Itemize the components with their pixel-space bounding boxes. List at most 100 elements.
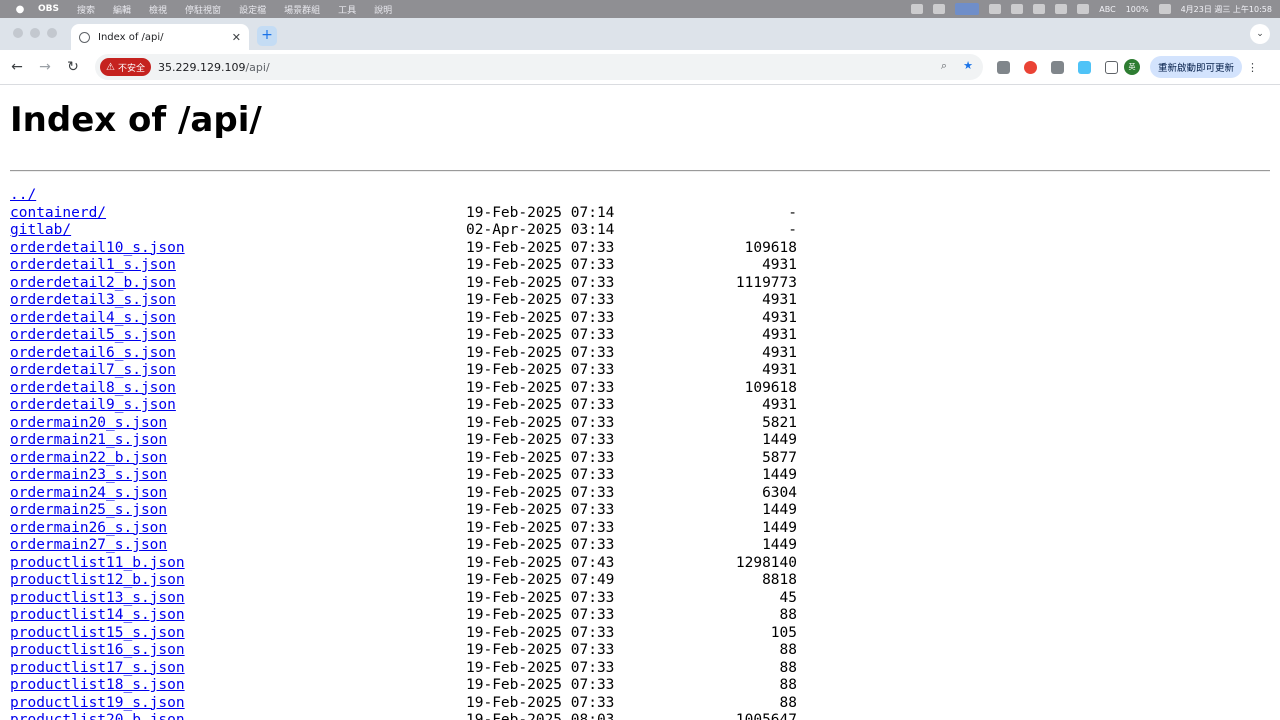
address-bar[interactable]: ⚠ 不安全 35.229.129.109/api/ ⌕ ★ xyxy=(95,54,983,80)
file-link[interactable]: productlist20_b.json xyxy=(10,712,185,720)
file-link[interactable]: ordermain20_s.json xyxy=(10,415,167,431)
file-link[interactable]: ordermain25_s.json xyxy=(10,502,167,518)
file-link[interactable]: ordermain23_s.json xyxy=(10,467,167,483)
listing-row: orderdetail4_s.json 19-Feb-2025 07:33 4931 xyxy=(10,310,810,328)
url-text[interactable]: 35.229.129.109/api/ xyxy=(158,61,270,74)
status-moon-icon[interactable] xyxy=(1077,4,1090,14)
file-link[interactable]: orderdetail6_s.json xyxy=(10,345,176,361)
file-link[interactable]: orderdetail5_s.json xyxy=(10,327,176,343)
file-link[interactable]: ordermain24_s.json xyxy=(10,485,167,501)
file-size: 45 xyxy=(779,589,797,606)
status-pen-icon[interactable] xyxy=(1011,4,1024,14)
file-link[interactable]: ordermain21_s.json xyxy=(10,432,167,448)
red-extension-icon[interactable] xyxy=(1024,60,1037,74)
file-link[interactable]: productlist11_b.json xyxy=(10,555,185,571)
blue-extension-icon[interactable] xyxy=(1078,60,1091,74)
file-date: 19-Feb-2025 07:33 xyxy=(466,484,615,501)
forward-arrow-icon[interactable]: → xyxy=(31,59,59,75)
new-tab-button[interactable]: + xyxy=(257,26,277,46)
file-link[interactable]: containerd/ xyxy=(10,205,106,221)
tab-index-of-api[interactable]: Index of /api/ ✕ xyxy=(71,24,249,50)
battery-indicator[interactable]: 100% xyxy=(1126,5,1149,14)
file-link[interactable]: ordermain22_b.json xyxy=(10,450,167,466)
status-wifi-icon[interactable] xyxy=(1055,4,1068,14)
menubar-item-scene-collection[interactable]: 場景群組 xyxy=(284,3,320,16)
file-link[interactable]: orderdetail7_s.json xyxy=(10,362,176,378)
file-link[interactable]: orderdetail8_s.json xyxy=(10,380,176,396)
file-link[interactable]: orderdetail10_s.json xyxy=(10,240,185,256)
menubar-item-profile[interactable]: 設定檔 xyxy=(239,3,266,16)
relaunch-update-button[interactable]: 重新啟動即可更新 xyxy=(1150,56,1243,78)
file-link[interactable]: ../ xyxy=(10,187,36,203)
file-date: 19-Feb-2025 07:14 xyxy=(466,204,615,221)
file-link[interactable]: productlist14_s.json xyxy=(10,607,185,623)
file-size: 1449 xyxy=(762,432,797,448)
file-link[interactable]: orderdetail1_s.json xyxy=(10,257,176,273)
file-size: 8818 xyxy=(762,572,797,588)
back-arrow-icon[interactable]: ← xyxy=(3,59,31,75)
insecure-badge[interactable]: ⚠ 不安全 xyxy=(100,58,151,76)
menubar-item-docks[interactable]: 停駐視窗 xyxy=(185,3,221,16)
directory-listing: ../containerd/19-Feb-2025 07:14- gitlab/0… xyxy=(10,187,810,720)
input-method-indicator[interactable]: ABC xyxy=(1099,5,1115,14)
extensions-puzzle-icon[interactable] xyxy=(1105,60,1118,74)
screenshot-extension-icon[interactable] xyxy=(1051,60,1064,74)
menubar-item-tools[interactable]: 工具 xyxy=(338,3,356,16)
file-link[interactable]: productlist16_s.json xyxy=(10,642,185,658)
file-link[interactable]: productlist15_s.json xyxy=(10,625,185,641)
url-path: /api/ xyxy=(245,60,270,74)
more-menu-icon[interactable]: ⋮ xyxy=(1247,61,1258,74)
menubar-app-name[interactable]: OBS xyxy=(38,4,59,14)
file-size: - xyxy=(788,222,797,238)
file-link[interactable]: productlist12_b.json xyxy=(10,572,185,588)
zoom-window-icon[interactable] xyxy=(47,28,57,38)
profile-avatar[interactable]: 英 xyxy=(1124,59,1140,75)
file-link[interactable]: ordermain26_s.json xyxy=(10,520,167,536)
file-size: 1449 xyxy=(762,502,797,518)
status-volume-icon[interactable] xyxy=(1033,4,1046,14)
minimize-window-icon[interactable] xyxy=(30,28,40,38)
file-size: 88 xyxy=(779,677,797,693)
tab-search-chevron-icon[interactable]: ⌄ xyxy=(1250,24,1270,44)
file-size: 4931 xyxy=(762,309,797,326)
menubar-clock[interactable]: 4月23日 週三 上午10:58 xyxy=(1181,4,1272,15)
status-record-icon[interactable] xyxy=(911,4,924,14)
close-tab-icon[interactable]: ✕ xyxy=(232,31,241,44)
file-size: 6304 xyxy=(762,484,797,501)
file-date: 19-Feb-2025 07:33 xyxy=(466,607,615,623)
file-link[interactable]: orderdetail4_s.json xyxy=(10,310,176,326)
bookmark-star-icon[interactable]: ★ xyxy=(963,59,973,72)
status-shield-icon[interactable] xyxy=(989,4,1002,14)
extensions-area xyxy=(997,60,1118,74)
file-link[interactable]: orderdetail3_s.json xyxy=(10,292,176,308)
listing-row: orderdetail2_b.json 19-Feb-2025 07:33 1119… xyxy=(10,275,810,293)
listing-row: productlist17_s.json 19-Feb-2025 07:33 88 xyxy=(10,660,810,678)
file-date: 19-Feb-2025 07:33 xyxy=(466,677,615,693)
listing-row: ordermain23_s.json 19-Feb-2025 07:33 1449 xyxy=(10,467,810,485)
menubar-item-edit[interactable]: 編輯 xyxy=(113,3,131,16)
file-link[interactable]: orderdetail2_b.json xyxy=(10,275,176,291)
file-size: 88 xyxy=(779,642,797,658)
close-window-icon[interactable] xyxy=(13,28,23,38)
menubar-item-view[interactable]: 檢視 xyxy=(149,3,167,16)
file-link[interactable]: productlist13_s.json xyxy=(10,590,185,606)
file-link[interactable]: orderdetail9_s.json xyxy=(10,397,176,413)
listing-row: orderdetail6_s.json 19-Feb-2025 07:33 4931 xyxy=(10,345,810,363)
file-link[interactable]: productlist17_s.json xyxy=(10,660,185,676)
status-search-icon[interactable] xyxy=(1158,4,1171,14)
zoom-icon[interactable]: ⌕ xyxy=(941,59,947,73)
apple-menu-icon[interactable]: ● xyxy=(14,4,26,15)
menubar-item-search[interactable]: 搜索 xyxy=(77,3,95,16)
status-camera-icon[interactable] xyxy=(933,4,946,14)
file-size: 88 xyxy=(779,659,797,676)
file-link[interactable]: productlist19_s.json xyxy=(10,695,185,711)
file-link[interactable]: gitlab/ xyxy=(10,222,71,238)
file-link[interactable]: productlist18_s.json xyxy=(10,677,185,693)
file-link[interactable]: ordermain27_s.json xyxy=(10,537,167,553)
reload-icon[interactable]: ↻ xyxy=(59,59,87,75)
camera-extension-icon[interactable] xyxy=(997,60,1010,74)
menubar-item-help[interactable]: 說明 xyxy=(374,3,392,16)
menubar-status-area: ABC 100% 4月23日 週三 上午10:58 xyxy=(911,0,1272,18)
status-display-icon[interactable] xyxy=(955,3,980,15)
file-size: 4931 xyxy=(762,257,797,273)
